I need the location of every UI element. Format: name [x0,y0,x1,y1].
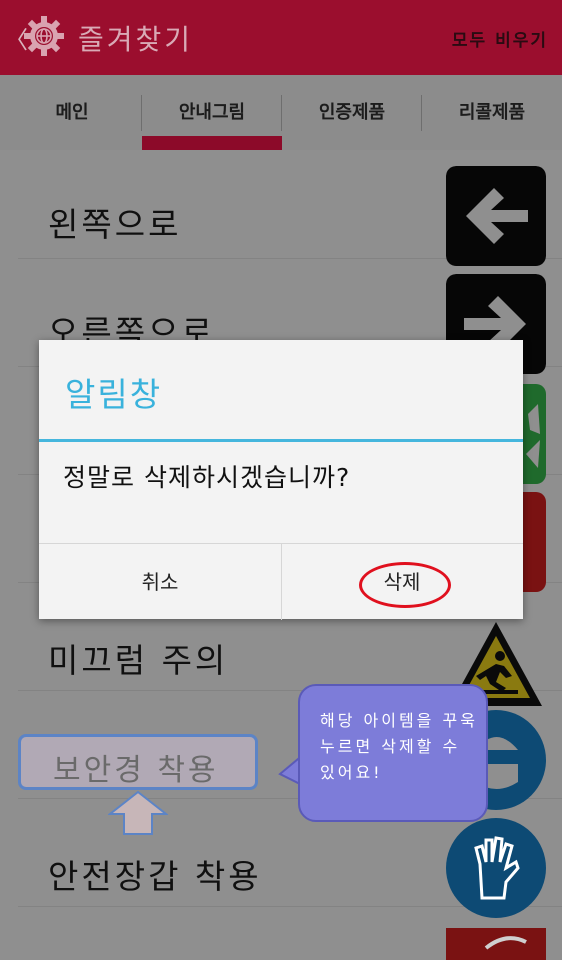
highlighted-list-item[interactable]: 보안경 착용 [18,734,258,790]
highlighted-item-label: 보안경 착용 [53,753,219,788]
up-arrow-icon [108,790,168,835]
selected-tab-indicator [142,136,282,150]
list-item-label: 왼쪽으로 [48,205,182,244]
app-header: 〈 즐겨찾기 모두 비우기 [0,0,562,75]
tab-recall-products[interactable]: 리콜제품 [422,75,562,150]
page-title: 즐겨찾기 [78,23,194,56]
dialog-title: 알림창 [65,375,163,414]
tab-certified-products[interactable]: 인증제품 [282,75,422,150]
safety-gloves-sign-icon [446,818,546,918]
dialog-divider [39,439,523,442]
hint-speech-bubble: 해당 아이템을 꾸욱 누르면 삭제할 수 있어요! [298,684,488,822]
cancel-button[interactable]: 취소 [39,544,281,620]
tab-main[interactable]: 메인 [2,75,142,150]
arrow-left-sign-icon [446,166,546,266]
hint-text: 해당 아이템을 꾸욱 누르면 삭제할 수 있어요! [320,711,478,782]
list-item-label: 안전장갑 착용 [48,857,262,896]
gear-globe-icon [24,16,64,56]
highlight-circle [359,562,451,608]
clear-all-button[interactable]: 모두 비우기 [452,26,548,51]
list-item-label: 미끄럼 주의 [48,641,229,680]
dialog-message: 정말로 삭제하시겠습니까? [63,463,351,492]
partial-red-sign-icon [446,928,546,960]
delete-confirm-dialog: 알림창 정말로 삭제하시겠습니까? 취소 삭제 [39,340,523,620]
